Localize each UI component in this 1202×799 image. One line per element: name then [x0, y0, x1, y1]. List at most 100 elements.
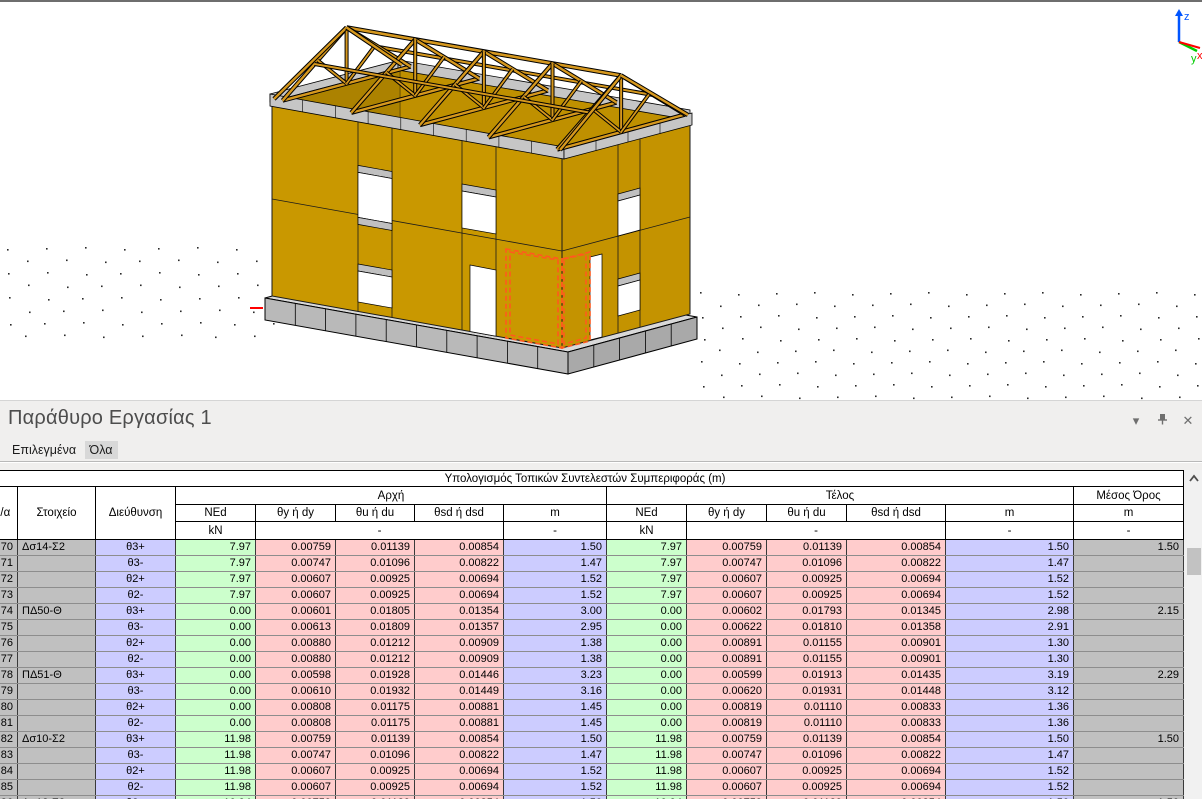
cell-m-start[interactable]: 1.45 — [504, 716, 607, 732]
cell-direction[interactable]: θ2+ — [96, 636, 176, 652]
cell-thu-end[interactable]: 0.01810 — [767, 620, 847, 636]
cell-thu-end[interactable]: 0.01110 — [767, 700, 847, 716]
cell-thy-start[interactable]: 0.00607 — [256, 780, 336, 796]
cell-thy-start[interactable]: 0.00759 — [256, 732, 336, 748]
cell-direction[interactable]: θ3+ — [96, 732, 176, 748]
cell-ned-end[interactable]: 7.97 — [607, 572, 687, 588]
cell-thsd-start[interactable]: 0.00909 — [415, 652, 504, 668]
cell-ned-end[interactable]: 0.00 — [607, 604, 687, 620]
cell-m-start[interactable]: 2.95 — [504, 620, 607, 636]
cell-thu-end[interactable]: 0.01096 — [767, 748, 847, 764]
cell-ned-end[interactable]: 0.00 — [607, 684, 687, 700]
cell-ned-start[interactable]: 11.98 — [176, 748, 256, 764]
cell-element[interactable]: Δσ12-Σ2 — [18, 796, 96, 799]
building-model[interactable]: z y x — [0, 2, 1202, 402]
cell-thu-end[interactable]: 0.01913 — [767, 668, 847, 684]
cell-index[interactable]: 73 — [0, 588, 18, 604]
cell-thsd-end[interactable]: 0.01435 — [847, 668, 946, 684]
cell-index[interactable]: 80 — [0, 700, 18, 716]
cell-m-start[interactable]: 1.47 — [504, 748, 607, 764]
cell-thsd-start[interactable]: 0.01446 — [415, 668, 504, 684]
cell-thsd-end[interactable]: 0.00854 — [847, 796, 946, 799]
cell-thu-end[interactable]: 0.01139 — [767, 540, 847, 556]
cell-ned-start[interactable]: 7.97 — [176, 540, 256, 556]
cell-index[interactable]: 83 — [0, 748, 18, 764]
cell-element[interactable]: ΠΔ51-Θ — [18, 668, 96, 684]
cell-index[interactable]: 76 — [0, 636, 18, 652]
cell-direction[interactable]: θ3- — [96, 684, 176, 700]
cell-thy-end[interactable]: 0.00819 — [687, 716, 767, 732]
cell-m-end[interactable]: 1.30 — [946, 636, 1074, 652]
cell-thu-end[interactable]: 0.01139 — [767, 796, 847, 799]
cell-m-end[interactable]: 3.12 — [946, 684, 1074, 700]
cell-thy-end[interactable]: 0.00759 — [687, 732, 767, 748]
cell-element[interactable] — [18, 556, 96, 572]
cell-thsd-end[interactable]: 0.00901 — [847, 652, 946, 668]
cell-thu-end[interactable]: 0.01096 — [767, 556, 847, 572]
cell-thsd-start[interactable]: 0.00881 — [415, 700, 504, 716]
cell-element[interactable] — [18, 636, 96, 652]
close-icon[interactable]: ✕ — [1180, 414, 1196, 428]
cell-m-start[interactable]: 1.52 — [504, 764, 607, 780]
cell-m-start[interactable]: 1.50 — [504, 540, 607, 556]
cell-m-start[interactable]: 1.38 — [504, 652, 607, 668]
cell-thsd-start[interactable]: 0.00694 — [415, 572, 504, 588]
cell-ned-end[interactable]: 11.98 — [607, 780, 687, 796]
cell-index[interactable]: 82 — [0, 732, 18, 748]
cell-thy-end[interactable]: 0.00599 — [687, 668, 767, 684]
cell-average[interactable] — [1074, 780, 1184, 796]
cell-thu-end[interactable]: 0.01793 — [767, 604, 847, 620]
cell-thsd-end[interactable]: 0.00833 — [847, 700, 946, 716]
cell-direction[interactable]: θ2- — [96, 716, 176, 732]
cell-ned-end[interactable]: 0.00 — [607, 700, 687, 716]
cell-element[interactable] — [18, 764, 96, 780]
tab-selected-elements[interactable]: Επιλεγμένα — [7, 441, 81, 459]
cell-ned-end[interactable]: 0.00 — [607, 652, 687, 668]
cell-m-end[interactable]: 2.98 — [946, 604, 1074, 620]
cell-thu-start[interactable]: 0.00925 — [336, 764, 415, 780]
cell-thu-start[interactable]: 0.01175 — [336, 716, 415, 732]
cell-average[interactable]: 1.50 — [1074, 540, 1184, 556]
cell-thy-end[interactable]: 0.00622 — [687, 620, 767, 636]
cell-thy-start[interactable]: 0.00613 — [256, 620, 336, 636]
cell-direction[interactable]: θ3+ — [96, 668, 176, 684]
cell-direction[interactable]: θ2- — [96, 780, 176, 796]
cell-m-end[interactable]: 1.36 — [946, 700, 1074, 716]
cell-average[interactable] — [1074, 716, 1184, 732]
cell-m-end[interactable]: 1.36 — [946, 716, 1074, 732]
cell-element[interactable] — [18, 620, 96, 636]
cell-m-end[interactable]: 2.91 — [946, 620, 1074, 636]
cell-thu-end[interactable]: 0.01139 — [767, 732, 847, 748]
cell-m-start[interactable]: 1.50 — [504, 732, 607, 748]
cell-ned-end[interactable]: 7.97 — [607, 588, 687, 604]
cell-direction[interactable]: θ2- — [96, 652, 176, 668]
cell-element[interactable] — [18, 572, 96, 588]
cell-m-start[interactable]: 1.38 — [504, 636, 607, 652]
cell-index[interactable]: 74 — [0, 604, 18, 620]
cell-index[interactable]: 86 — [0, 796, 18, 799]
cell-thy-start[interactable]: 0.00880 — [256, 636, 336, 652]
cell-index[interactable]: 79 — [0, 684, 18, 700]
cell-thy-start[interactable]: 0.00759 — [256, 796, 336, 799]
cell-m-start[interactable]: 1.50 — [504, 796, 607, 799]
cell-thu-start[interactable]: 0.01139 — [336, 796, 415, 799]
cell-thy-end[interactable]: 0.00891 — [687, 652, 767, 668]
cell-m-end[interactable]: 1.47 — [946, 556, 1074, 572]
cell-average[interactable] — [1074, 700, 1184, 716]
cell-ned-end[interactable]: 0.00 — [607, 636, 687, 652]
cell-thy-start[interactable]: 0.00598 — [256, 668, 336, 684]
cell-thy-end[interactable]: 0.00747 — [687, 556, 767, 572]
cell-ned-end[interactable]: 0.00 — [607, 716, 687, 732]
cell-m-start[interactable]: 1.52 — [504, 572, 607, 588]
cell-thy-end[interactable]: 0.00602 — [687, 604, 767, 620]
cell-element[interactable] — [18, 748, 96, 764]
cell-element[interactable] — [18, 780, 96, 796]
cell-average[interactable] — [1074, 620, 1184, 636]
cell-element[interactable] — [18, 684, 96, 700]
cell-average[interactable] — [1074, 556, 1184, 572]
cell-m-end[interactable]: 1.50 — [946, 796, 1074, 799]
cell-m-start[interactable]: 3.00 — [504, 604, 607, 620]
cell-average[interactable] — [1074, 572, 1184, 588]
cell-m-start[interactable]: 3.23 — [504, 668, 607, 684]
cell-index[interactable]: 84 — [0, 764, 18, 780]
